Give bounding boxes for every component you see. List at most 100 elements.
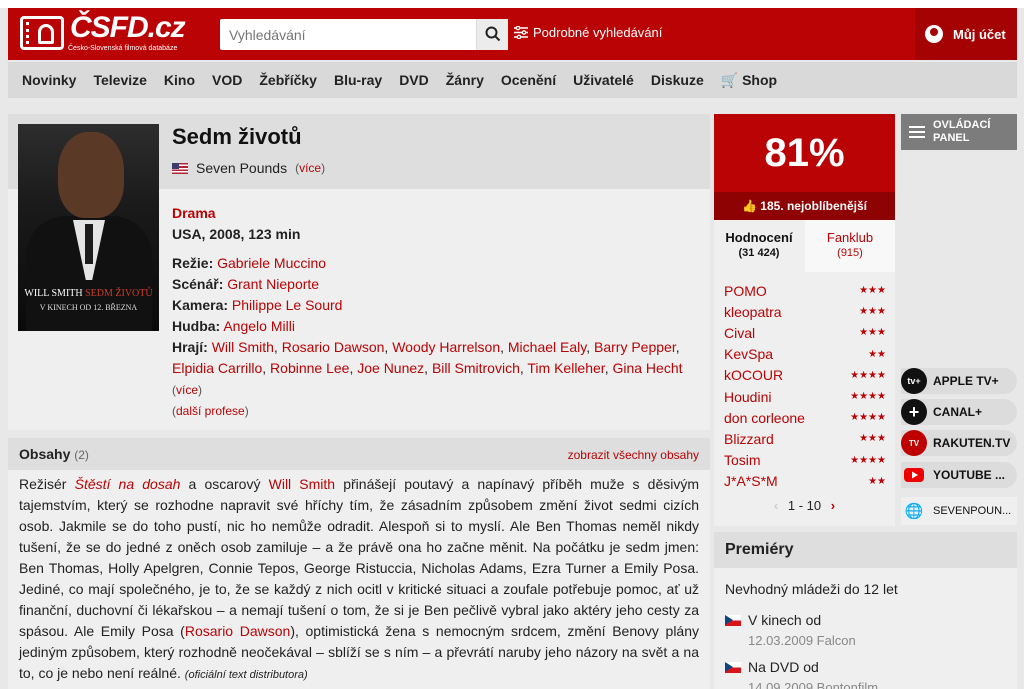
vod-canal[interactable]: + CANAL+	[901, 399, 1017, 425]
premieres-box: Premiéry Nevhodný mládeži do 12 let V ki…	[714, 532, 1017, 689]
nav-item-zebricky[interactable]: Žebříčky	[259, 72, 317, 88]
pager-range: 1 - 10	[787, 498, 822, 513]
poster-subtitle: V KINECH OD 12. BŘEZNA	[39, 303, 138, 312]
nav-item-uzivatele[interactable]: Uživatelé	[573, 72, 634, 88]
thumbs-up-icon: 👍	[741, 199, 757, 213]
writer-label: Scénář:	[172, 276, 224, 292]
star-rating-icon: ★★★	[859, 327, 886, 339]
account-label: Můj účet	[953, 26, 1006, 42]
canal-plus-icon: +	[901, 399, 927, 425]
cast-link[interactable]: Barry Pepper	[594, 339, 676, 355]
rating-rank[interactable]: 👍 185. nejoblíbenější	[714, 192, 895, 220]
search-icon	[485, 26, 501, 42]
user-icon	[925, 25, 943, 43]
film-link[interactable]: Štěstí na dosah	[75, 476, 181, 492]
actress-link[interactable]: Rosario Dawson	[185, 623, 290, 639]
nav-item-bluray[interactable]: Blu-ray	[334, 72, 382, 88]
list-item[interactable]: Tosim ★★★★	[724, 450, 886, 471]
actor-link[interactable]: Will Smith	[269, 476, 335, 492]
tab-fanklub[interactable]: Fanklub (915)	[805, 220, 895, 272]
vod-rakuten[interactable]: TV RAKUTEN.TV	[901, 430, 1017, 456]
music-link[interactable]: Angelo Milli	[223, 318, 295, 334]
list-item[interactable]: KevSpa ★★	[724, 344, 886, 365]
list-item[interactable]: kleopatra ★★★	[724, 301, 886, 322]
list-item[interactable]: POMO ★★★	[724, 280, 886, 301]
star-rating-icon: ★★★★	[850, 391, 886, 403]
cast-list: Hrají: Will Smith, Rosario Dawson, Woody…	[172, 339, 683, 397]
user-ratings-list: POMO ★★★ kleopatra ★★★ Cival ★★★ KevSpa ★★ k…	[724, 280, 886, 492]
nav-item-dvd[interactable]: DVD	[399, 72, 429, 88]
list-item[interactable]: Houdini ★★★★	[724, 386, 886, 407]
director-link[interactable]: Gabriele Muccino	[217, 255, 326, 271]
synopsis-source: (oficiální text distributora)	[184, 669, 308, 681]
cast-link[interactable]: Joe Nunez	[357, 360, 424, 376]
cast-link[interactable]: Bill Smitrovich	[432, 360, 520, 376]
premiere-dvd-date[interactable]: 14.09.2009 Bontonfilm	[748, 680, 878, 689]
top-strip	[0, 0, 1024, 8]
cast-link[interactable]: Will Smith	[212, 339, 274, 355]
cast-link[interactable]: Elpidia Carrillo	[172, 360, 262, 376]
list-item[interactable]: kOCOUR ★★★★	[724, 365, 886, 386]
nav-item-televize[interactable]: Televize	[93, 72, 146, 88]
nav-item-diskuze[interactable]: Diskuze	[651, 72, 704, 88]
more-professions-link[interactable]: další profese	[176, 404, 245, 418]
vod-website[interactable]: 🌐 SEVENPOUN...	[901, 497, 1017, 525]
logo[interactable]: ČSFD.cz Česko-Slovenská filmová databáze	[20, 11, 190, 54]
music-label: Hudba:	[172, 318, 221, 334]
menu-icon	[909, 126, 925, 138]
rating-box: 81% 👍 185. nejoblíbenější Hodnocení (31 4…	[714, 114, 895, 526]
cast-link[interactable]: Robinne Lee	[270, 360, 349, 376]
list-item[interactable]: Cival ★★★	[724, 322, 886, 343]
cast-link[interactable]: Michael Ealy	[508, 339, 586, 355]
tab-hodnoceni[interactable]: Hodnocení (31 424)	[714, 220, 804, 272]
star-rating-icon: ★★★	[859, 306, 886, 318]
film-poster[interactable]: WILL SMITH SEDM ŽIVOTŮ V KINECH OD 12. B…	[18, 124, 159, 331]
premiere-cinema: V kinech od	[725, 612, 821, 628]
vod-apple-tv[interactable]: tv+ APPLE TV+	[901, 368, 1017, 394]
nav-item-kino[interactable]: Kino	[164, 72, 195, 88]
page-title: Sedm životů	[172, 124, 302, 149]
list-item[interactable]: don corleone ★★★★	[724, 407, 886, 428]
logo-text: ČSFD.cz	[70, 11, 186, 44]
premiere-cinema-date[interactable]: 12.03.2009 Falcon	[748, 633, 856, 648]
logo-subtitle: Česko-Slovenská filmová databáze	[68, 45, 178, 52]
list-item[interactable]: Blizzard ★★★	[724, 428, 886, 449]
nav-item-novinky[interactable]: Novinky	[22, 72, 76, 88]
ratings-pager: ‹ 1 - 10 ›	[714, 498, 895, 513]
advanced-search-link[interactable]: Podrobné vyhledávání	[514, 25, 662, 40]
logo-icon	[20, 16, 64, 50]
writer-link[interactable]: Grant Nieporte	[227, 276, 319, 292]
cast-link[interactable]: Gina Hecht	[612, 360, 682, 376]
star-rating-icon: ★★★★	[850, 369, 886, 381]
nav-item-zanry[interactable]: Žánry	[446, 72, 484, 88]
sliders-icon	[514, 26, 528, 39]
apple-tv-icon: tv+	[901, 368, 927, 394]
vod-youtube[interactable]: YOUTUBE ...	[901, 462, 1017, 488]
premieres-title: Premiéry	[725, 541, 794, 558]
cast-more-link[interactable]: více	[176, 383, 198, 397]
cart-icon: 🛒	[720, 71, 739, 88]
list-item[interactable]: J*A*S*M ★★	[724, 471, 886, 492]
account-button[interactable]: Můj účet	[915, 8, 1017, 60]
film-origin: USA, 2008, 123 min	[172, 226, 301, 242]
original-title-more-link[interactable]: více	[299, 161, 321, 175]
show-all-synopses-link[interactable]: zobrazit všechny obsahy	[568, 448, 699, 462]
cast-link[interactable]: Tim Kelleher	[527, 360, 604, 376]
search-button[interactable]	[476, 19, 508, 50]
director-label: Režie:	[172, 255, 214, 271]
cast-link[interactable]: Rosario Dawson	[282, 339, 385, 355]
search-input[interactable]	[220, 19, 468, 50]
nav-item-oceneni[interactable]: Ocenění	[501, 72, 556, 88]
camera-link[interactable]: Philippe Le Sourd	[232, 297, 343, 313]
nav-item-vod[interactable]: VOD	[212, 72, 242, 88]
film-genre[interactable]: Drama	[172, 203, 697, 224]
camera-label: Kamera:	[172, 297, 229, 313]
star-rating-icon: ★★	[868, 475, 886, 487]
chevron-right-icon[interactable]: ›	[831, 498, 835, 513]
control-panel-button[interactable]: OVLÁDACÍ PANEL	[901, 114, 1017, 150]
nav-item-shop[interactable]: 🛒 Shop	[721, 72, 777, 89]
synopsis-text: Režisér Štěstí na dosah a oscarový Will …	[19, 476, 700, 681]
tab-hodnoceni-count: (31 424)	[738, 247, 780, 259]
chevron-left-icon[interactable]: ‹	[774, 498, 778, 513]
cast-link[interactable]: Woody Harrelson	[392, 339, 500, 355]
